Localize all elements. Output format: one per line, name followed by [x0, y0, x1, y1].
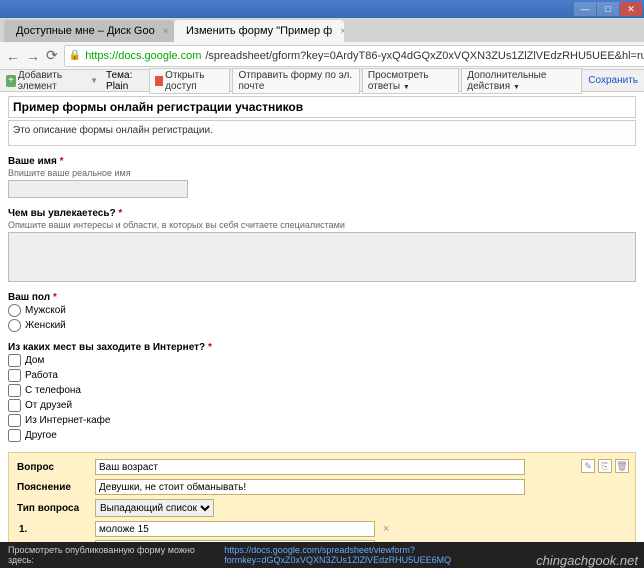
question-hint: Опишите ваши интересы и области, в котор…: [8, 220, 636, 230]
checkbox-input[interactable]: [8, 429, 21, 442]
theme-value[interactable]: Plain: [106, 81, 128, 92]
maximize-button[interactable]: □: [597, 2, 619, 16]
tab-label: Доступные мне – Диск Goo: [16, 25, 155, 37]
checkbox-input[interactable]: [8, 354, 21, 367]
textarea-input[interactable]: [8, 232, 636, 282]
question-label: Из каких мест вы заходите в Интернет? *: [8, 342, 636, 353]
edit-icon[interactable]: ✎: [581, 459, 595, 473]
question-label: Ваше имя *: [8, 156, 636, 167]
chevron-down-icon: ▼: [90, 76, 98, 85]
footer-link[interactable]: https://docs.google.com/spreadsheet/view…: [224, 545, 636, 565]
option-input[interactable]: [95, 521, 375, 537]
checkbox-option[interactable]: Работа: [8, 369, 636, 382]
tab-form-editor[interactable]: Изменить форму "Пример ф ×: [174, 20, 344, 42]
question-label: Ваш пол *: [8, 292, 636, 303]
question-label: Чем вы увлекаетесь? *: [8, 208, 636, 219]
bottom-padding: [0, 568, 644, 586]
duplicate-icon[interactable]: ⎘: [598, 459, 612, 473]
checkbox-input[interactable]: [8, 369, 21, 382]
checkbox-input[interactable]: [8, 384, 21, 397]
theme-label: Тема:: [106, 70, 132, 81]
window-titlebar: — □ ✕: [0, 0, 644, 18]
add-element-button[interactable]: + Добавить элемент ▼: [6, 70, 98, 92]
radio-group: Мужской Женский: [8, 304, 636, 332]
checkbox-option[interactable]: Из Интернет-кафе: [8, 414, 636, 427]
chevron-down-icon: ▼: [403, 84, 410, 91]
close-icon[interactable]: ×: [163, 26, 169, 37]
editor-question-label: Вопрос: [17, 462, 87, 473]
checkbox-option[interactable]: С телефона: [8, 384, 636, 397]
address-row: ← → ⟳ 🔒 https://docs.google.com /spreads…: [0, 42, 644, 70]
more-actions-button[interactable]: Дополнительные действия ▼: [461, 68, 582, 94]
minimize-button[interactable]: —: [574, 2, 596, 16]
checkbox-group: Дом Работа С телефона От друзей Из Интер…: [8, 354, 636, 442]
checkbox-option[interactable]: Другое: [8, 429, 636, 442]
editor-help-label: Пояснение: [17, 482, 87, 493]
add-element-label: Добавить элемент: [18, 70, 88, 92]
doc-toolbar: + Добавить элемент ▼ Тема: Plain Открыть…: [0, 70, 644, 92]
lock-icon: 🔒: [69, 50, 81, 61]
editor-actions: ✎ ⎘ 🗑: [581, 459, 629, 473]
radio-input[interactable]: [8, 319, 21, 332]
checkbox-option[interactable]: Дом: [8, 354, 636, 367]
send-email-button[interactable]: Отправить форму по эл. почте: [232, 68, 359, 94]
remove-option-icon[interactable]: ×: [383, 523, 389, 535]
footer-bar: Просмотреть опубликованную форму можно з…: [0, 542, 644, 568]
share-button[interactable]: Открыть доступ: [149, 68, 230, 94]
form-canvas: Пример формы онлайн регистрации участник…: [0, 92, 644, 572]
close-icon[interactable]: ×: [340, 26, 344, 37]
checkbox-input[interactable]: [8, 414, 21, 427]
close-button[interactable]: ✕: [620, 2, 642, 16]
footer-text: Просмотреть опубликованную форму можно з…: [8, 545, 220, 565]
question-title-input[interactable]: [95, 459, 525, 475]
form-description[interactable]: Это описание формы онлайн регистрации.: [8, 120, 636, 146]
forward-button[interactable]: →: [26, 46, 40, 66]
share-icon: [155, 76, 163, 86]
plus-icon: +: [6, 75, 16, 87]
question-help-input[interactable]: [95, 479, 525, 495]
checkbox-option[interactable]: От друзей: [8, 399, 636, 412]
url-path: /spreadsheet/gform?key=0ArdyT86-yxQ4dGQx…: [205, 50, 644, 62]
question-hint: Впишите ваше реальное имя: [8, 168, 636, 178]
save-link[interactable]: Сохранить: [588, 75, 638, 86]
editor-type-label: Тип вопроса: [17, 503, 87, 514]
tab-drive[interactable]: Доступные мне – Диск Goo ×: [4, 20, 174, 42]
tab-label: Изменить форму "Пример ф: [186, 25, 332, 37]
url-host: https://docs.google.com: [85, 50, 201, 62]
radio-option[interactable]: Мужской: [8, 304, 636, 317]
share-label: Открыть доступ: [165, 70, 224, 92]
chevron-down-icon: ▼: [513, 84, 520, 91]
checkbox-input[interactable]: [8, 399, 21, 412]
reload-button[interactable]: ⟳: [46, 46, 58, 66]
radio-option[interactable]: Женский: [8, 319, 636, 332]
radio-input[interactable]: [8, 304, 21, 317]
delete-icon[interactable]: 🗑: [615, 459, 629, 473]
question-type-select[interactable]: Выпадающий список: [95, 499, 214, 517]
back-button[interactable]: ←: [6, 46, 20, 66]
option-number: 1.: [17, 524, 87, 535]
browser-tabs: Доступные мне – Диск Goo × Изменить форм…: [0, 18, 644, 42]
view-responses-button[interactable]: Просмотреть ответы ▼: [362, 68, 459, 94]
text-input[interactable]: [8, 180, 188, 198]
form-title[interactable]: Пример формы онлайн регистрации участник…: [8, 96, 636, 118]
address-bar[interactable]: 🔒 https://docs.google.com /spreadsheet/g…: [64, 45, 644, 67]
